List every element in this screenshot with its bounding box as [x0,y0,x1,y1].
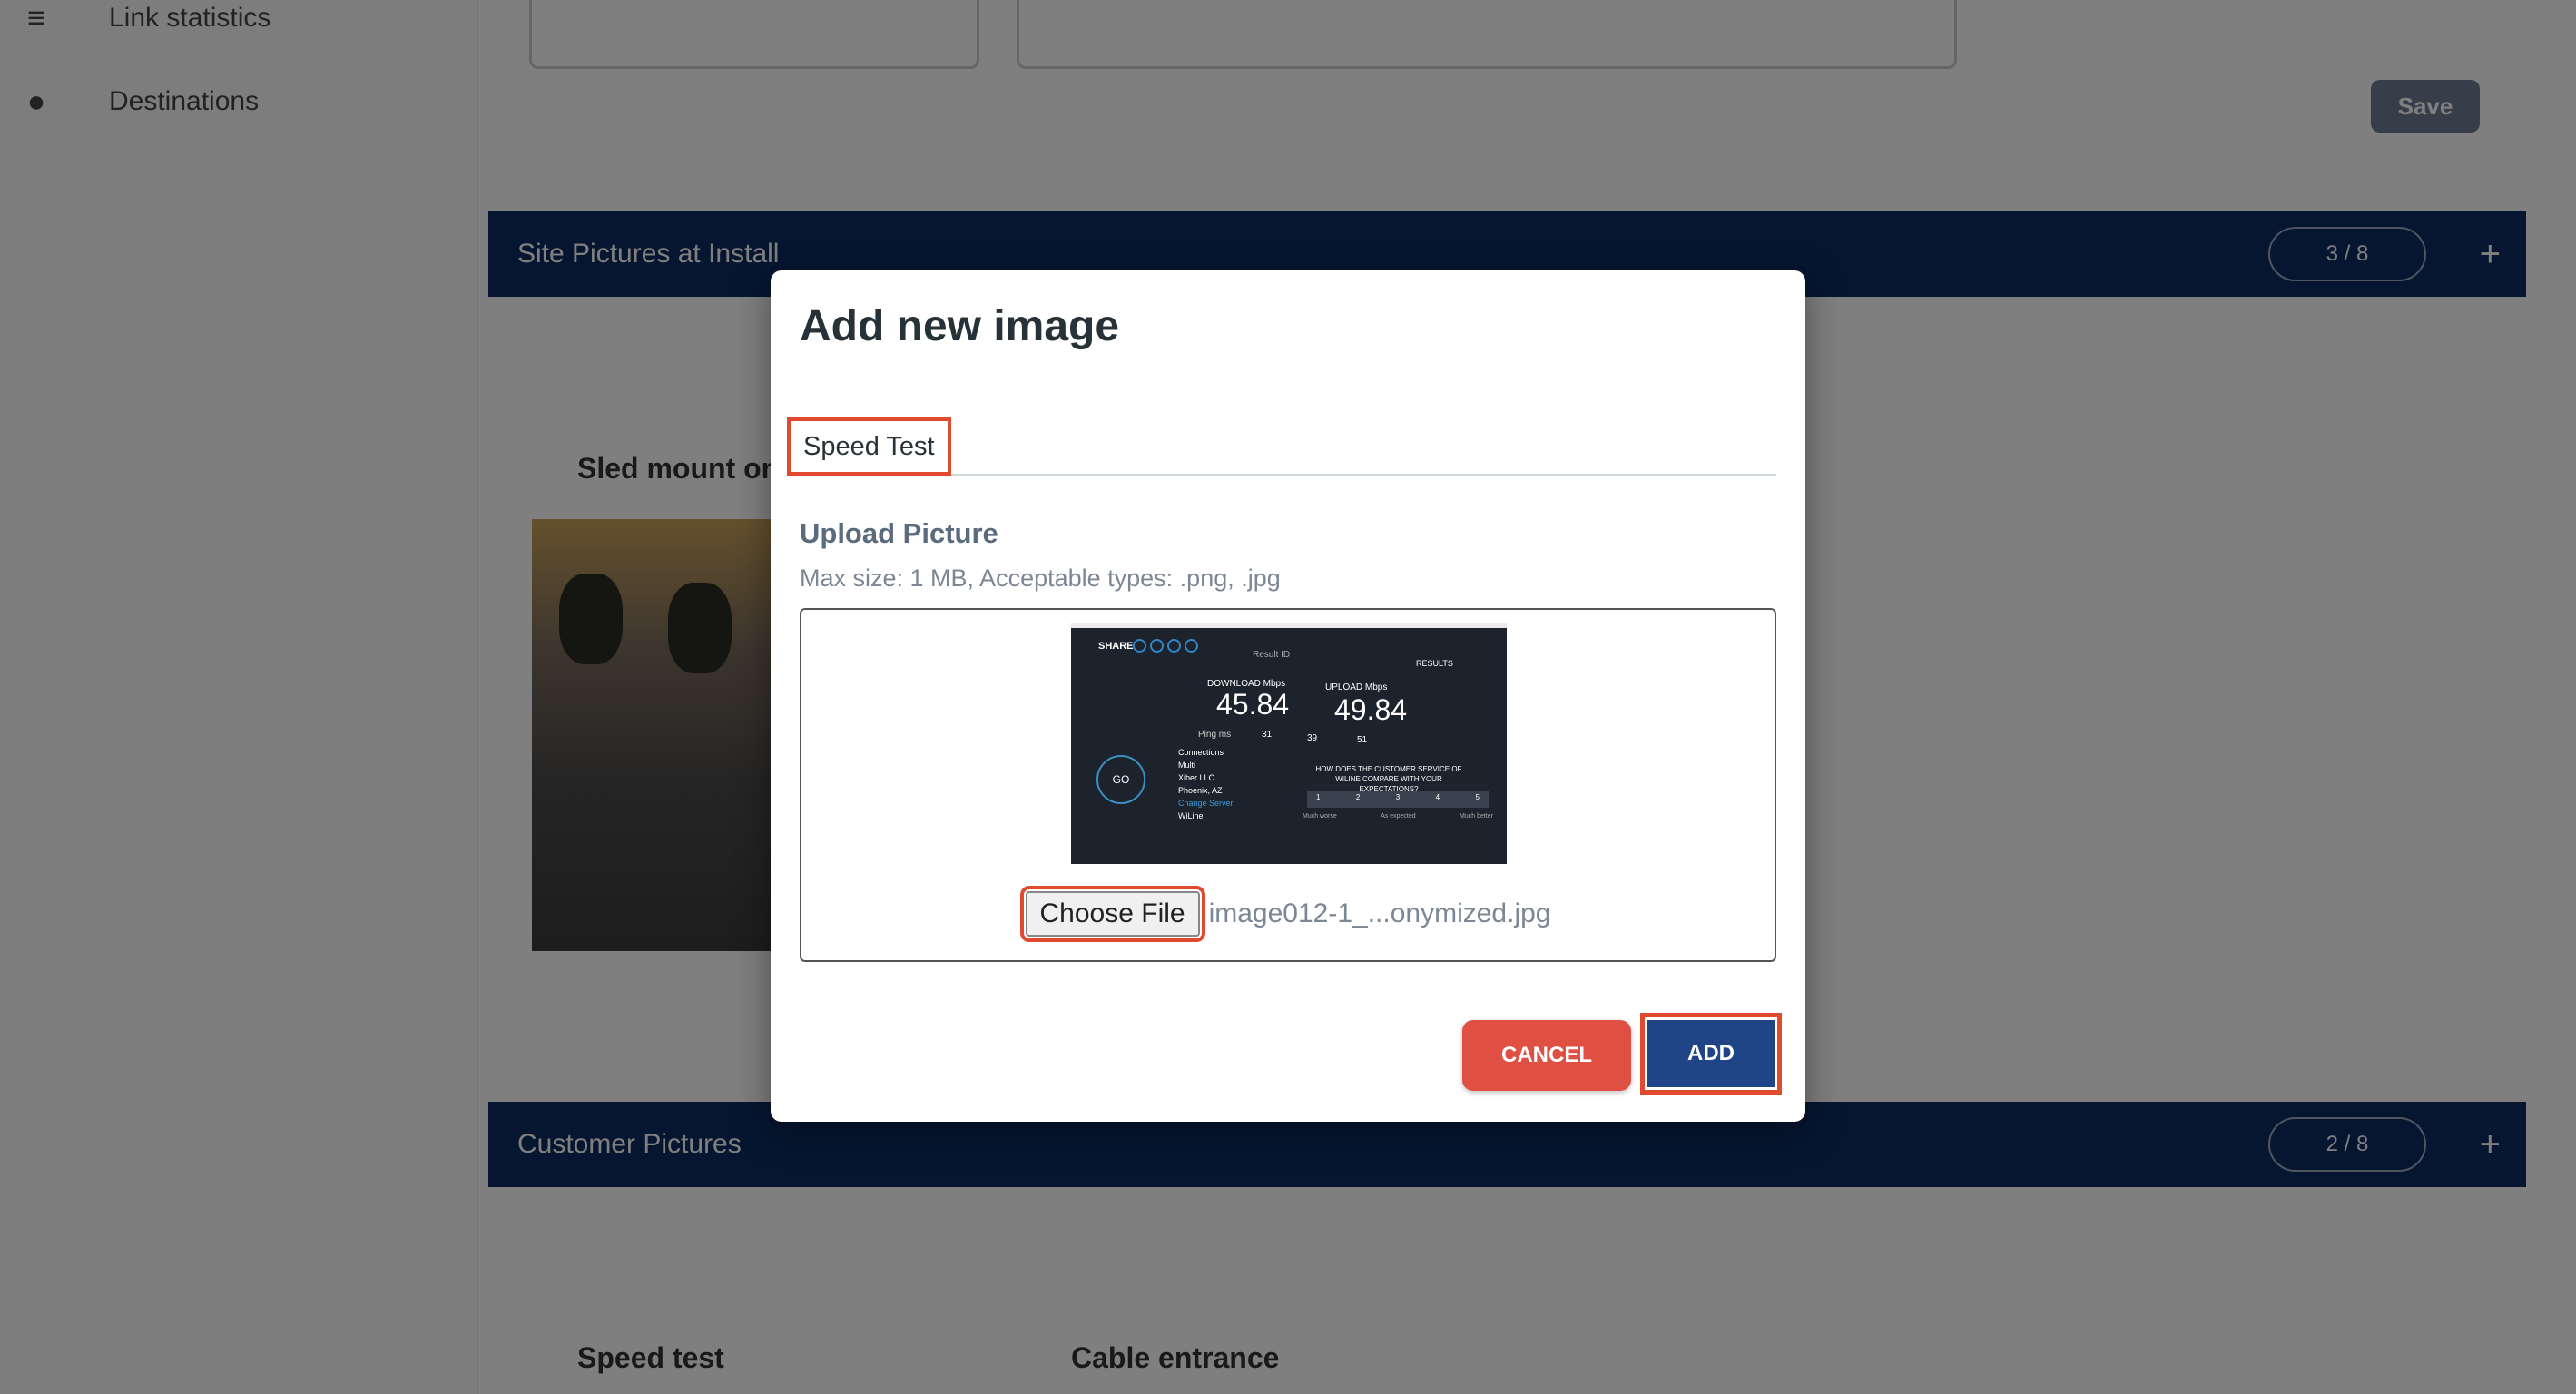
go-icon: GO [1096,755,1145,804]
preview-text: Result ID [1253,650,1291,660]
preview-text: 51 [1357,735,1368,745]
preview-text: WiLine [1178,811,1204,820]
preview-text: Xiber LLC [1178,773,1215,782]
preview-text: Multi [1178,761,1196,770]
preview-text: SHARE [1098,641,1134,652]
upload-hint: Max size: 1 MB, Acceptable types: .png, … [800,564,1281,592]
share-icons [1133,639,1198,653]
image-name-field[interactable]: Speed Test [787,417,1776,476]
image-preview: SHARE Result ID RESULTS DOWNLOAD Mbps 45… [1071,623,1507,864]
preview-connection-info: Connections Multi Xiber LLC Phoenix, AZ … [1178,746,1234,822]
preview-text: Connections [1178,748,1224,757]
image-name-value[interactable]: Speed Test [787,417,951,476]
upload-picture-label: Upload Picture [800,517,998,549]
preview-scale-labels: Much worse As expected Much better [1303,813,1493,820]
choose-file-button[interactable]: Choose File [1019,886,1205,942]
preview-text: UPLOAD Mbps [1325,682,1388,692]
preview-scale-numbers: 12345 [1316,793,1480,801]
file-input-row: Choose File image012-1_...onymized.jpg [801,886,1775,942]
add-image-dialog: Add new image Speed Test Upload Picture … [771,270,1805,1122]
selected-file-name: image012-1_...onymized.jpg [1208,898,1551,928]
upload-speed: 49.84 [1334,693,1408,726]
download-speed: 45.84 [1216,688,1290,721]
dialog-title: Add new image [800,302,1120,350]
preview-text: Change Server [1178,799,1234,808]
preview-text: HOW DOES THE CUSTOMER SERVICE OF WILINE … [1315,765,1462,793]
upload-dropzone[interactable]: SHARE Result ID RESULTS DOWNLOAD Mbps 45… [800,608,1776,962]
preview-text: Phoenix, AZ [1178,786,1223,795]
cancel-button[interactable]: CANCEL [1462,1020,1631,1091]
preview-text: RESULTS [1416,659,1453,668]
add-button[interactable]: ADD [1640,1013,1782,1095]
preview-text: 39 [1307,733,1318,743]
preview-text: Ping ms [1198,730,1232,740]
preview-text: 31 [1262,730,1273,740]
